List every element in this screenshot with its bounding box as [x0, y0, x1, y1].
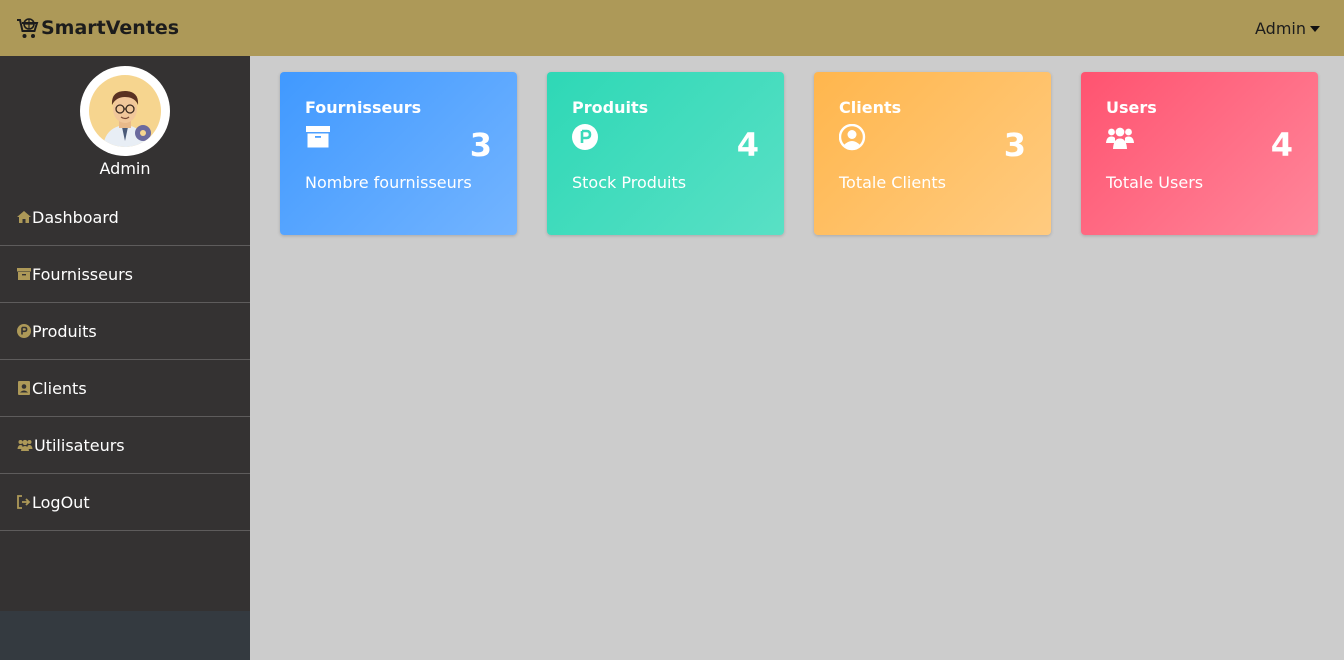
card-subtitle: Totale Clients [839, 173, 946, 192]
card-produits[interactable]: Produits 4 Stock Produits [547, 72, 784, 235]
contact-card-icon [18, 381, 30, 395]
sidebar-item-label: Produits [32, 321, 97, 341]
sidebar-item-produits[interactable]: Produits [0, 303, 250, 360]
sidebar-item-fournisseurs[interactable]: Fournisseurs [0, 246, 250, 303]
card-count: 3 [1003, 126, 1026, 164]
card-title: Clients [839, 98, 902, 117]
users-icon [1106, 127, 1134, 149]
product-p-icon [17, 324, 31, 338]
avatar-illustration [89, 75, 161, 147]
top-navbar: SmartVentes Admin [0, 0, 1344, 56]
archive-icon [306, 126, 330, 148]
sidebar-item-label: Dashboard [32, 207, 119, 227]
card-count: 4 [736, 126, 759, 164]
admin-name: Admin [99, 159, 151, 178]
avatar [80, 66, 170, 156]
sidebar-item-dashboard[interactable]: Dashboard [0, 189, 250, 246]
user-menu-label: Admin [1255, 18, 1306, 38]
card-count: 4 [1270, 126, 1293, 164]
sidebar-item-label: Clients [32, 378, 87, 398]
sidebar-item-logout[interactable]: LogOut [0, 474, 250, 531]
product-p-icon [572, 124, 598, 150]
sidebar-item-label: Utilisateurs [34, 435, 125, 455]
brand-name: SmartVentes [41, 17, 180, 39]
sidebar-item-utilisateurs[interactable]: Utilisateurs [0, 417, 250, 474]
card-subtitle: Totale Users [1106, 173, 1204, 192]
card-users[interactable]: Users 4 Totale Users [1081, 72, 1318, 235]
stats-cards: Fournisseurs 3 Nombre fournisseurs Produ… [280, 72, 1318, 235]
card-title: Fournisseurs [305, 98, 422, 117]
user-dropdown[interactable]: Admin [1255, 19, 1320, 38]
card-count: 3 [469, 126, 492, 164]
caret-down-icon [1310, 26, 1320, 32]
home-icon [17, 211, 31, 223]
sidebar-footer [0, 611, 250, 660]
sidebar-item-clients[interactable]: Clients [0, 360, 250, 417]
sidebar-item-label: LogOut [32, 492, 90, 512]
cart-globe-icon [17, 18, 39, 38]
card-title: Produits [572, 98, 649, 117]
user-circle-icon [839, 124, 866, 151]
sidebar-nav: Dashboard Fournisseurs Produits Clients … [0, 189, 250, 531]
card-clients[interactable]: Clients 3 Totale Clients [814, 72, 1051, 235]
archive-icon [17, 268, 31, 280]
card-fournisseurs[interactable]: Fournisseurs 3 Nombre fournisseurs [280, 72, 517, 235]
card-title: Users [1106, 98, 1157, 117]
sidebar: Admin Dashboard Fournisseurs Produits Cl… [0, 56, 250, 611]
sidebar-item-label: Fournisseurs [32, 264, 134, 284]
brand[interactable]: SmartVentes [16, 16, 179, 40]
logout-icon [17, 495, 31, 509]
card-subtitle: Nombre fournisseurs [305, 173, 472, 192]
users-icon [17, 439, 33, 451]
card-subtitle: Stock Produits [572, 173, 687, 192]
